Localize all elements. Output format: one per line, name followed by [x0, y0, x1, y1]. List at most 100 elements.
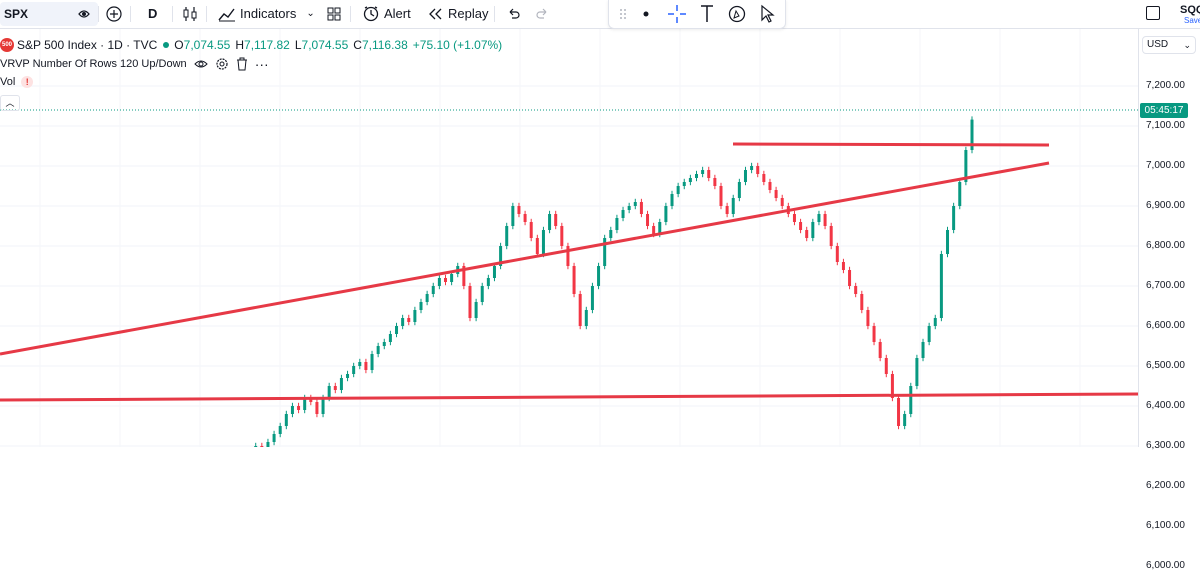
- candle-body: [492, 266, 496, 278]
- candle-body: [554, 214, 558, 226]
- candle-body: [443, 278, 447, 282]
- trash-icon[interactable]: [236, 57, 248, 71]
- dot-cursor-icon[interactable]: [643, 11, 649, 17]
- symbol-label: SPX: [4, 7, 29, 21]
- undo-icon[interactable]: [506, 4, 520, 24]
- candle-body: [799, 222, 803, 230]
- candle-body: [664, 206, 668, 222]
- candle-body: [511, 206, 515, 226]
- candle-body: [921, 342, 925, 358]
- collapse-legend-button[interactable]: ︿: [0, 95, 20, 111]
- candle-body: [780, 198, 784, 206]
- candle-body: [848, 270, 852, 286]
- candle-body: [854, 286, 858, 294]
- candle-body: [860, 294, 864, 310]
- add-symbol-icon[interactable]: [106, 4, 122, 24]
- arrow-cursor-icon[interactable]: [761, 4, 775, 23]
- drag-handle-icon[interactable]: [620, 9, 626, 19]
- chevron-down-icon: ⌄: [1183, 40, 1191, 50]
- alert-label: Alert: [384, 6, 411, 21]
- candle-body: [670, 194, 674, 206]
- candle-body: [584, 310, 588, 326]
- compare-icon[interactable]: [76, 4, 92, 24]
- candle-body: [627, 206, 631, 210]
- candle-body: [817, 214, 821, 222]
- crosshair-icon[interactable]: [668, 5, 686, 23]
- candle-body: [652, 226, 656, 234]
- currency-select[interactable]: USD ⌄: [1142, 36, 1196, 54]
- candle-body: [701, 170, 705, 174]
- legend-title[interactable]: S&P 500 Index · 1D · TVC: [17, 38, 157, 52]
- candle-body: [480, 286, 484, 302]
- layout-save-status: Save: [1184, 16, 1200, 25]
- candle-body: [541, 230, 545, 254]
- candle-body: [841, 262, 845, 270]
- sp500-logo: 500: [0, 38, 14, 52]
- candle-body: [823, 214, 827, 226]
- indicators-icon: [218, 8, 235, 22]
- candle-body: [437, 278, 441, 286]
- volume-label[interactable]: Vol: [0, 76, 15, 88]
- templates-icon[interactable]: [326, 4, 342, 24]
- candle-body: [321, 398, 325, 414]
- resistance-line: [732, 142, 1050, 147]
- candle-body: [474, 302, 478, 318]
- candles-type-icon[interactable]: [182, 4, 198, 24]
- candle-body: [327, 386, 331, 398]
- price-axis-border: [1138, 28, 1139, 447]
- price-tick-label: 6,000.00: [1146, 560, 1185, 571]
- price-tick-label: 6,300.00: [1146, 440, 1185, 451]
- vrvp-indicator-label[interactable]: VRVP Number Of Rows 120 Up/Down: [0, 58, 187, 70]
- candle-body: [633, 202, 637, 206]
- price-tick-label: 7,100.00: [1146, 120, 1185, 131]
- candle-body: [707, 170, 711, 178]
- interval-label: D: [148, 6, 158, 21]
- candle-body: [352, 366, 356, 374]
- eye-icon[interactable]: [193, 58, 208, 70]
- open-label: O: [174, 38, 184, 52]
- candle-body: [725, 206, 729, 214]
- open-value: 7,074.55: [183, 38, 231, 52]
- candle-body: [297, 406, 301, 410]
- candle-body: [952, 206, 956, 230]
- alert-button[interactable]: Alert: [362, 4, 411, 24]
- candle-body: [382, 342, 386, 346]
- layout-name[interactable]: SQQ: [1180, 4, 1200, 16]
- redo-icon[interactable]: [536, 4, 550, 24]
- layout-select-icon[interactable]: [1146, 6, 1160, 20]
- candle-body: [388, 334, 392, 342]
- high-value: 7,117.82: [244, 38, 290, 52]
- candle-body: [646, 214, 650, 226]
- chevron-down-icon: ⌄: [306, 8, 315, 19]
- candle-body: [346, 374, 350, 378]
- candle-body: [719, 186, 723, 206]
- interval-button[interactable]: D: [148, 4, 157, 24]
- warning-icon[interactable]: !: [21, 76, 34, 88]
- candle-body: [290, 406, 294, 414]
- replay-icon: [429, 8, 442, 20]
- symbol-legend: 500 S&P 500 Index · 1D · TVC O 7,074.55 H…: [0, 36, 502, 54]
- more-options-icon[interactable]: ···: [255, 57, 269, 71]
- indicators-button[interactable]: Indicators ⌄: [218, 4, 315, 24]
- candle-body: [364, 362, 368, 370]
- candle-body: [590, 286, 594, 310]
- candle-body: [878, 342, 882, 358]
- replay-button[interactable]: Replay: [428, 4, 488, 24]
- candle-body: [615, 218, 619, 230]
- candle-body: [915, 358, 919, 386]
- indicators-label: Indicators: [240, 6, 297, 21]
- candle-body: [737, 182, 741, 198]
- candle-body: [395, 326, 399, 334]
- text-tool-icon[interactable]: [701, 5, 713, 22]
- pen-tool-icon[interactable]: [728, 5, 746, 23]
- chevron-up-icon: ︿: [5, 98, 15, 108]
- candle-body: [339, 378, 343, 390]
- candle-body: [866, 310, 870, 326]
- candle-body: [756, 166, 760, 174]
- candle-body: [939, 254, 943, 318]
- candle-body: [450, 274, 454, 282]
- candle-body: [517, 206, 521, 214]
- settings-gear-icon[interactable]: [215, 57, 229, 71]
- candle-body: [468, 286, 472, 318]
- candle-body: [872, 326, 876, 342]
